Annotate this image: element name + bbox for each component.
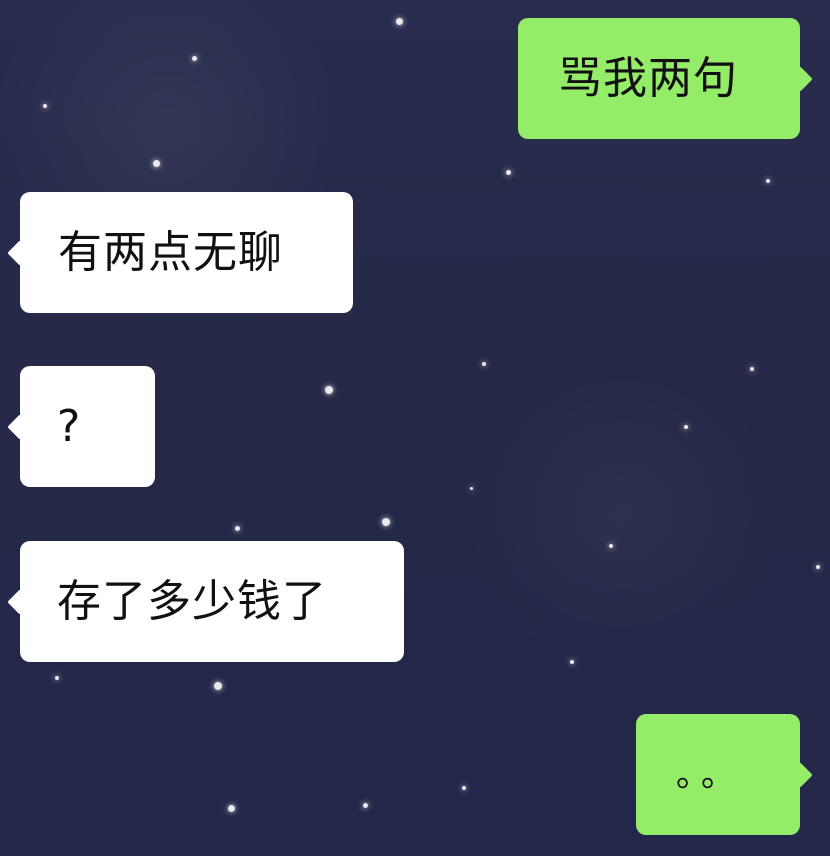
outgoing-message-bubble[interactable]: 。。 bbox=[636, 714, 800, 835]
star-decoration bbox=[766, 179, 770, 183]
star-decoration bbox=[750, 367, 754, 371]
incoming-message-bubble[interactable]: ? bbox=[20, 366, 155, 487]
star-decoration bbox=[363, 803, 368, 808]
message-text: ? bbox=[57, 400, 82, 452]
star-decoration bbox=[153, 160, 160, 167]
message-text: 存了多少钱了 bbox=[57, 575, 327, 627]
message-text: 有两点无聊 bbox=[58, 226, 283, 278]
star-decoration bbox=[214, 682, 222, 690]
star-decoration bbox=[235, 526, 240, 531]
star-decoration bbox=[192, 56, 197, 61]
star-decoration bbox=[609, 544, 613, 548]
star-decoration bbox=[325, 386, 333, 394]
incoming-message-bubble[interactable]: 存了多少钱了 bbox=[20, 541, 404, 662]
outgoing-message-bubble[interactable]: 骂我两句 bbox=[518, 18, 800, 139]
star-decoration bbox=[816, 565, 820, 569]
message-text: 骂我两句 bbox=[558, 52, 738, 104]
star-decoration bbox=[55, 676, 59, 680]
star-decoration bbox=[382, 518, 390, 526]
star-decoration bbox=[482, 362, 486, 366]
star-decoration bbox=[462, 786, 466, 790]
star-decoration bbox=[684, 425, 688, 429]
message-text: 。。 bbox=[676, 754, 743, 795]
star-decoration bbox=[570, 660, 574, 664]
incoming-message-bubble[interactable]: 有两点无聊 bbox=[20, 192, 353, 313]
star-decoration bbox=[470, 487, 473, 490]
star-decoration bbox=[396, 18, 403, 25]
star-decoration bbox=[506, 170, 511, 175]
chat-window: 骂我两句 有两点无聊 ? 存了多少钱了 。。 bbox=[0, 0, 830, 856]
star-decoration bbox=[228, 805, 235, 812]
star-decoration bbox=[43, 104, 47, 108]
